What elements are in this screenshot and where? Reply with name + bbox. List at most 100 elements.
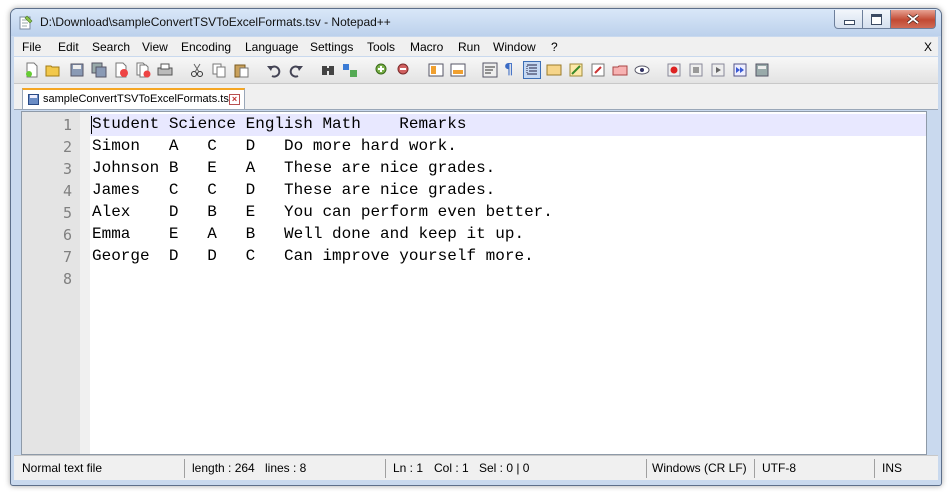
close-all-icon[interactable] (135, 62, 151, 78)
status-col: Col : 1 (434, 461, 469, 475)
line-text[interactable]: Student Science English Math Remarks (92, 115, 466, 133)
function-list-icon[interactable] (568, 62, 584, 78)
replace-icon[interactable] (342, 62, 358, 78)
line-number: 7 (62, 248, 72, 266)
menu-window[interactable]: Window (493, 40, 536, 54)
editor-line[interactable]: 3 Johnson B E A These are nice grades. (22, 158, 926, 180)
menu-settings[interactable]: Settings (310, 40, 353, 54)
status-divider (184, 459, 185, 478)
monitoring-icon[interactable] (634, 62, 650, 78)
line-number: 8 (62, 270, 72, 288)
status-divider (646, 459, 647, 478)
status-divider (385, 459, 386, 478)
sync-vertical-icon[interactable] (428, 62, 444, 78)
menu-help[interactable]: ? (551, 40, 558, 54)
play-macro-icon[interactable] (710, 62, 726, 78)
menu-tools[interactable]: Tools (367, 40, 395, 54)
status-sel: Sel : 0 | 0 (479, 461, 530, 475)
paste-icon[interactable] (233, 62, 249, 78)
line-number: 4 (62, 182, 72, 200)
zoom-in-icon[interactable] (374, 62, 390, 78)
status-length: length : 264 (192, 461, 255, 475)
status-lines: lines : 8 (265, 461, 307, 475)
folder-icon[interactable] (612, 62, 628, 78)
title-bar[interactable]: D:\Download\sampleConvertTSVToExcelForma… (11, 9, 941, 36)
folder-workspace-icon[interactable] (590, 62, 606, 78)
menu-run[interactable]: Run (458, 40, 480, 54)
notepadpp-window: D:\Download\sampleConvertTSVToExcelForma… (10, 8, 942, 486)
open-file-icon[interactable] (45, 62, 61, 78)
line-text[interactable]: Simon A C D Do more hard work. (92, 137, 457, 155)
stop-recording-icon[interactable] (688, 62, 704, 78)
line-number: 3 (62, 160, 72, 178)
editor-pane[interactable]: 1 Student Science English Math Remarks 2 S… (21, 111, 927, 455)
toolbar: ¶ (14, 57, 938, 84)
line-number: 2 (62, 138, 72, 156)
menu-search[interactable]: Search (92, 40, 130, 54)
window-title: D:\Download\sampleConvertTSVToExcelForma… (40, 15, 391, 29)
line-text[interactable]: James C C D These are nice grades. (92, 181, 495, 199)
line-number: 5 (62, 204, 72, 222)
tab-sampleconverttsvtoexcelformats[interactable]: sampleConvertTSVToExcelFormats.tsv × (22, 88, 245, 109)
status-bar: Normal text file length : 264 lines : 8 … (14, 455, 938, 480)
show-all-characters-icon[interactable]: ¶ (504, 60, 520, 78)
indent-guide-icon[interactable] (523, 61, 541, 79)
status-ln: Ln : 1 (393, 461, 424, 475)
new-file-icon[interactable] (24, 62, 40, 78)
menu-language[interactable]: Language (245, 40, 298, 54)
status-divider (874, 459, 875, 478)
text-lines: 1 Student Science English Math Remarks 2 S… (22, 114, 926, 290)
status-insert-mode[interactable]: INS (882, 456, 902, 480)
save-all-icon[interactable] (91, 62, 107, 78)
line-number: 1 (62, 116, 72, 134)
maximize-icon (871, 14, 882, 25)
redo-icon[interactable] (288, 62, 304, 78)
zoom-out-icon[interactable] (396, 62, 412, 78)
menu-view[interactable]: View (142, 40, 168, 54)
close-icon (907, 14, 919, 24)
line-text[interactable]: George D D C Can improve yourself more. (92, 247, 534, 265)
status-eol[interactable]: Windows (CR LF) (652, 456, 747, 480)
editor-line[interactable]: 8 (22, 268, 926, 290)
undo-icon[interactable] (266, 62, 282, 78)
record-macro-icon[interactable] (666, 62, 682, 78)
line-number: 6 (62, 226, 72, 244)
word-wrap-icon[interactable] (482, 62, 498, 78)
sync-horizontal-icon[interactable] (450, 62, 466, 78)
print-icon[interactable] (157, 62, 173, 78)
close-document-button[interactable]: X (924, 40, 932, 54)
status-divider (754, 459, 755, 478)
menu-edit[interactable]: Edit (58, 40, 79, 54)
notepadpp-app-icon (19, 15, 33, 30)
status-encoding[interactable]: UTF-8 (762, 456, 796, 480)
editor-line[interactable]: 5 Alex D B E You can perform even better. (22, 202, 926, 224)
menu-macro[interactable]: Macro (410, 40, 443, 54)
save-icon[interactable] (69, 62, 85, 78)
menu-file[interactable]: File (22, 40, 41, 54)
saved-file-icon (28, 94, 39, 105)
close-tab-icon[interactable]: × (229, 94, 240, 105)
close-file-icon[interactable] (113, 62, 129, 78)
minimize-button[interactable] (834, 10, 863, 29)
save-macro-icon[interactable] (754, 62, 770, 78)
status-file-type: Normal text file (22, 461, 103, 475)
editor-line[interactable]: 1 Student Science English Math Remarks (22, 114, 926, 136)
cut-icon[interactable] (189, 62, 205, 78)
editor-line[interactable]: 6 Emma E A B Well done and keep it up. (22, 224, 926, 246)
editor-line[interactable]: 2 Simon A C D Do more hard work. (22, 136, 926, 158)
tab-label: sampleConvertTSVToExcelFormats.tsv (43, 93, 235, 105)
maximize-button[interactable] (863, 10, 891, 29)
menu-bar: File Edit Search View Encoding Language … (14, 37, 938, 56)
line-text[interactable]: Alex D B E You can perform even better. (92, 203, 553, 221)
editor-line[interactable]: 4 James C C D These are nice grades. (22, 180, 926, 202)
find-icon[interactable] (320, 62, 336, 78)
editor-line[interactable]: 7 George D D C Can improve yourself more. (22, 246, 926, 268)
copy-icon[interactable] (211, 62, 227, 78)
line-text[interactable]: Johnson B E A These are nice grades. (92, 159, 495, 177)
doc-map-icon[interactable] (546, 62, 562, 78)
menu-encoding[interactable]: Encoding (181, 40, 231, 54)
line-text[interactable]: Emma E A B Well done and keep it up. (92, 225, 524, 243)
run-macro-multiple-icon[interactable] (732, 62, 748, 78)
minimize-icon (844, 20, 855, 25)
close-window-button[interactable] (891, 10, 936, 29)
